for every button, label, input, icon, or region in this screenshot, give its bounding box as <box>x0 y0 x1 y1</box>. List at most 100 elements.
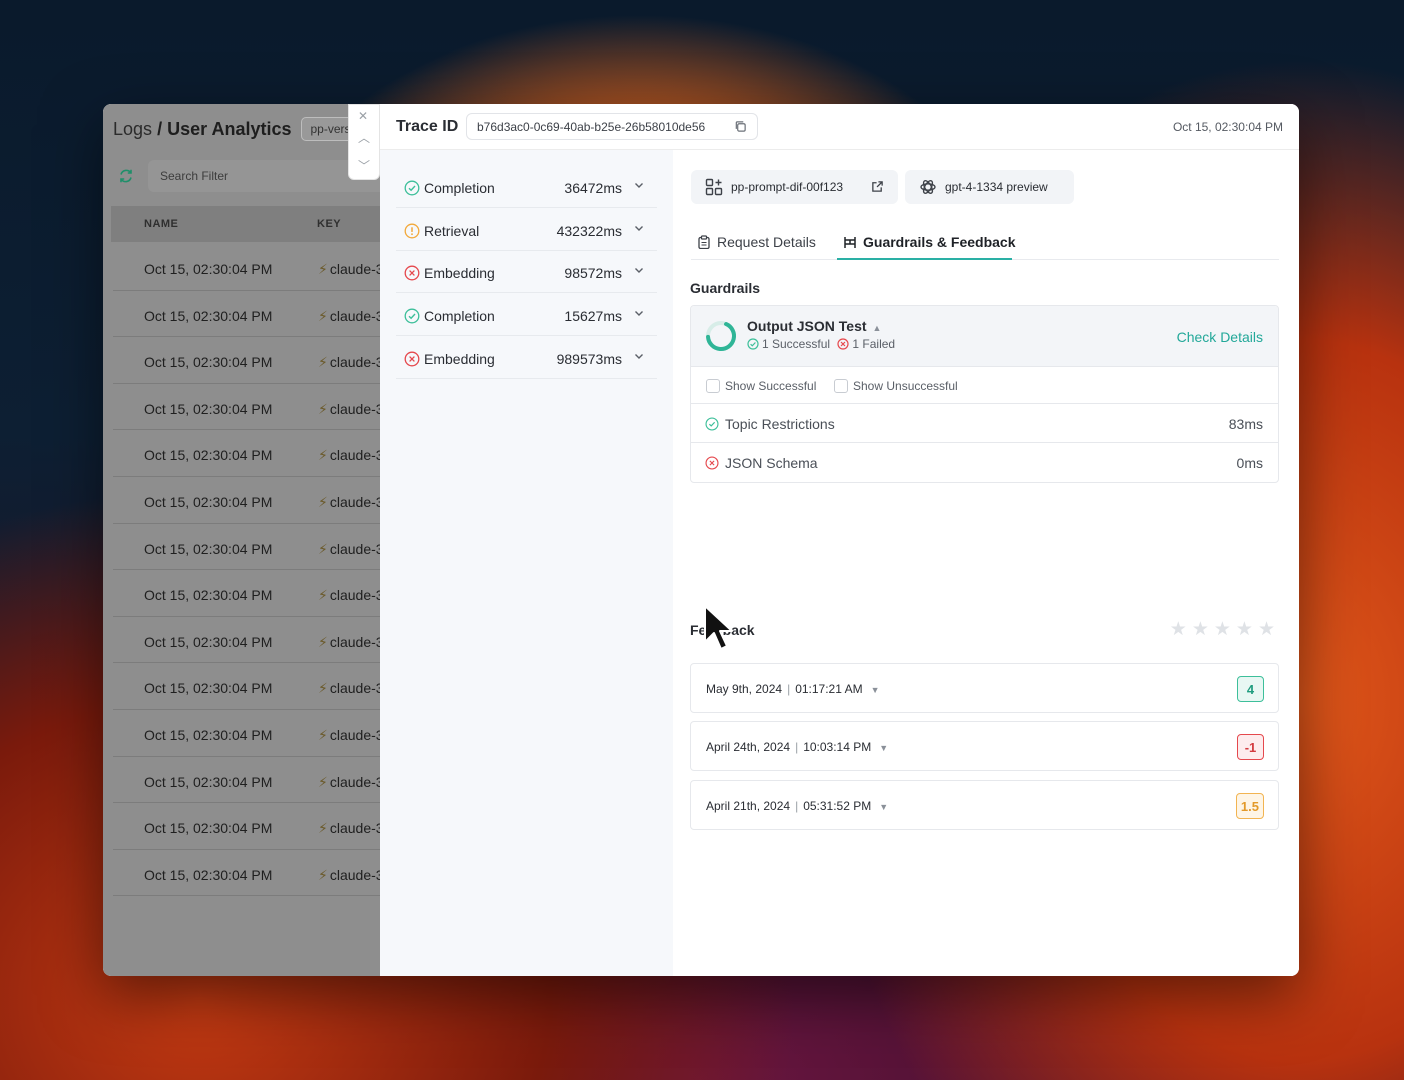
chevron-down-icon[interactable] <box>633 350 645 362</box>
copy-icon[interactable] <box>734 120 747 133</box>
row-key: ⚡claude-3-opus <box>318 866 380 883</box>
span-row[interactable]: Completion 15627ms <box>396 294 657 337</box>
star-rating: ★★★★★ <box>1170 618 1280 641</box>
row-key: ⚡claude-3-opus <box>318 354 380 371</box>
external-link-icon[interactable] <box>871 180 884 193</box>
span-name: Retrieval <box>424 222 480 239</box>
lightning-icon: ⚡ <box>318 493 328 510</box>
tab-request-details[interactable]: Request Details <box>697 234 816 250</box>
trace-id-field[interactable]: b76d3ac0-0c69-40ab-b25e-26b58010de56 <box>466 113 758 140</box>
row-date: Oct 15, 02:30:04 PM <box>144 493 273 510</box>
row-date: Oct 15, 02:30:04 PM <box>144 354 273 371</box>
guardrail-icon <box>844 237 856 248</box>
caret-down-icon[interactable]: ▼ <box>879 802 888 812</box>
guardrails-title: Guardrails <box>690 280 761 296</box>
app-window: Logs / User Analytics pp-version Search … <box>103 104 1299 976</box>
span-row[interactable]: Retrieval 432322ms <box>396 209 657 251</box>
guardrail-row[interactable]: JSON Schema 0ms <box>691 443 1278 482</box>
detail-panel: pp-prompt-dif-00f123 gpt-4-1334 preview <box>673 150 1299 976</box>
lightning-icon: ⚡ <box>318 726 328 743</box>
filter-row: Search Filter <box>103 160 380 192</box>
prompt-chip[interactable]: pp-prompt-dif-00f123 <box>691 170 898 204</box>
star-icon[interactable]: ★ <box>1170 619 1192 640</box>
feedback-date: May 9th, 2024 | 01:17:21 AM ▼ <box>706 682 880 696</box>
row-date: Oct 15, 02:30:04 PM <box>144 773 273 790</box>
row-date: Oct 15, 02:30:04 PM <box>144 307 273 324</box>
table-row[interactable]: Oct 15, 02:30:04 PM ⚡claude-3-opus <box>113 570 380 617</box>
span-list: Completion 36472ms Retrieval 432322ms Em… <box>380 150 673 976</box>
feedback-item[interactable]: May 9th, 2024 | 01:17:21 AM ▼ 4 <box>690 663 1279 713</box>
caret-up-icon[interactable]: ▲ <box>873 323 882 333</box>
row-date: Oct 15, 02:30:04 PM <box>144 447 273 464</box>
chevron-down-icon[interactable] <box>633 222 645 234</box>
show-unsuccessful-checkbox[interactable] <box>834 379 848 393</box>
row-date: Oct 15, 02:30:04 PM <box>144 680 273 697</box>
row-key: ⚡claude-3-opus <box>318 493 380 510</box>
star-icon[interactable]: ★ <box>1214 619 1236 640</box>
guardrail-filters: Show Successful Show Unsuccessful <box>691 367 1278 404</box>
row-date: Oct 15, 02:30:04 PM <box>144 726 273 743</box>
span-row[interactable]: Completion 36472ms <box>396 166 657 208</box>
caret-down-icon[interactable]: ▼ <box>871 685 880 695</box>
feedback-item[interactable]: April 21th, 2024 | 05:31:52 PM ▼ 1.5 <box>690 779 1279 830</box>
success-icon <box>404 180 420 196</box>
table-row[interactable]: Oct 15, 02:30:04 PM ⚡claude-3-opus <box>113 757 380 804</box>
table-row[interactable]: Oct 15, 02:30:04 PM ⚡claude-3-opus <box>113 524 380 571</box>
table-row[interactable]: Oct 15, 02:30:04 PM ⚡claude-3-opus <box>113 430 380 477</box>
breadcrumb-root[interactable]: Logs <box>113 119 152 139</box>
span-duration: 36472ms <box>564 180 622 196</box>
table-row[interactable]: Oct 15, 02:30:04 PM ⚡claude-3-opus <box>113 244 380 291</box>
search-input[interactable]: Search Filter <box>148 160 380 192</box>
model-chip[interactable]: gpt-4-1334 preview <box>905 170 1074 204</box>
guardrail-row[interactable]: Topic Restrictions 83ms <box>691 404 1278 443</box>
span-row[interactable]: Embedding 98572ms <box>396 251 657 294</box>
guardrail-time: 0ms <box>1236 455 1263 471</box>
refresh-icon[interactable] <box>118 168 134 184</box>
guardrail-card-header[interactable]: Output JSON Test ▲ 1 Successful 1 Failed … <box>691 306 1278 367</box>
chevron-down-icon[interactable] <box>633 307 645 319</box>
caret-down-icon[interactable]: ▼ <box>879 743 888 753</box>
lightning-icon: ⚡ <box>318 400 328 417</box>
close-icon[interactable]: ✕ <box>358 109 368 123</box>
star-icon[interactable]: ★ <box>1236 619 1258 640</box>
chevron-down-icon[interactable] <box>633 264 645 276</box>
table-row[interactable]: Oct 15, 02:30:04 PM ⚡claude-3-opus <box>113 617 380 664</box>
table-row[interactable]: Oct 15, 02:30:04 PM ⚡claude-3-opus <box>113 477 380 524</box>
column-name[interactable]: NAME <box>144 218 178 230</box>
lightning-icon: ⚡ <box>318 447 328 464</box>
table-row[interactable]: Oct 15, 02:30:04 PM ⚡claude-3-opus <box>113 710 380 757</box>
star-icon[interactable]: ★ <box>1258 619 1280 640</box>
table-row[interactable]: Oct 15, 02:30:04 PM ⚡claude-3-opus <box>113 663 380 710</box>
table-row[interactable]: Oct 15, 02:30:04 PM ⚡claude-3-opus <box>113 850 380 897</box>
trace-id-value: b76d3ac0-0c69-40ab-b25e-26b58010de56 <box>477 120 706 134</box>
table-row[interactable]: Oct 15, 02:30:04 PM ⚡claude-3-opus <box>113 337 380 384</box>
star-icon[interactable]: ★ <box>1192 619 1214 640</box>
chevron-down-icon[interactable]: ﹀ <box>358 157 370 174</box>
logs-table-header: NAME KEY <box>111 206 380 242</box>
row-key: ⚡claude-3-opus <box>318 633 380 650</box>
tab-guardrails-feedback[interactable]: Guardrails & Feedback <box>843 234 1016 250</box>
chevron-up-icon[interactable]: ︿ <box>358 129 370 146</box>
span-name: Embedding <box>424 265 495 282</box>
prompt-icon <box>705 178 723 196</box>
error-icon <box>837 338 849 350</box>
feedback-item[interactable]: April 24th, 2024 | 10:03:14 PM ▼ -1 <box>690 721 1279 772</box>
row-date: Oct 15, 02:30:04 PM <box>144 587 273 604</box>
column-key[interactable]: KEY <box>317 218 341 230</box>
lightning-icon: ⚡ <box>318 261 328 277</box>
row-key: ⚡claude-3-opus <box>318 261 380 277</box>
guardrail-test-name: Output JSON Test <box>747 318 867 334</box>
span-row[interactable]: Embedding 989573ms <box>396 337 657 379</box>
row-key: ⚡claude-3-opus <box>318 400 380 417</box>
active-tab-indicator <box>837 258 1012 260</box>
row-date: Oct 15, 02:30:04 PM <box>144 820 273 837</box>
check-details-link[interactable]: Check Details <box>1177 329 1263 345</box>
chevron-down-icon[interactable] <box>633 179 645 191</box>
show-successful-checkbox[interactable] <box>706 379 720 393</box>
breadcrumb: Logs / User Analytics pp-version <box>113 116 380 142</box>
feedback-score: -1 <box>1237 734 1264 761</box>
table-row[interactable]: Oct 15, 02:30:04 PM ⚡claude-3-opus <box>113 384 380 431</box>
table-row[interactable]: Oct 15, 02:30:04 PM ⚡claude-3-opus <box>113 291 380 338</box>
table-row[interactable]: Oct 15, 02:30:04 PM ⚡claude-3-opus <box>113 803 380 850</box>
lightning-icon: ⚡ <box>318 633 328 650</box>
